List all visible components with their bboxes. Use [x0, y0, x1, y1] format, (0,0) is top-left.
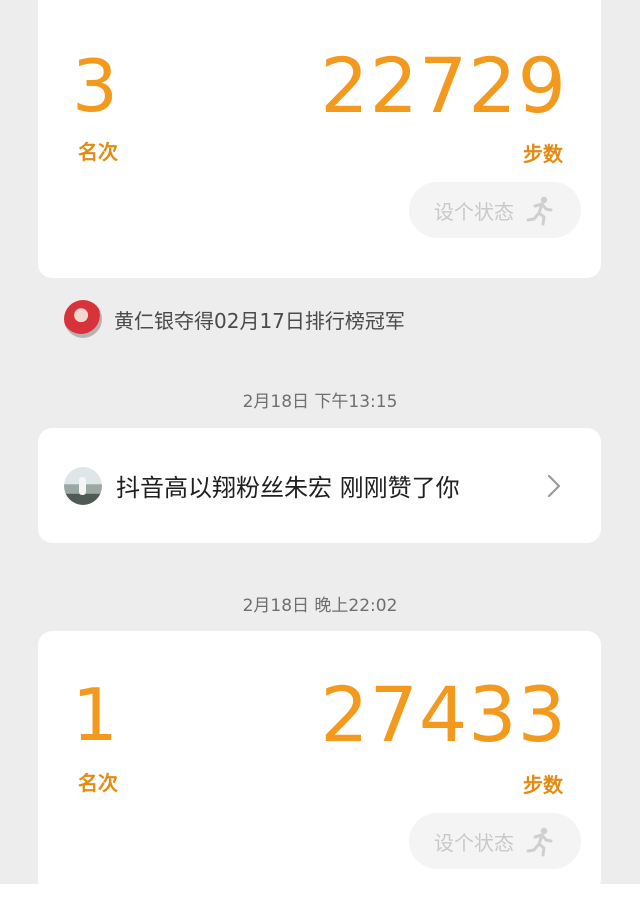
rank-label: 名次 [78, 140, 118, 164]
steps-label: 步数 [523, 142, 563, 166]
rank-label: 名次 [78, 771, 118, 795]
avatar[interactable] [64, 300, 102, 338]
like-notice-text: 抖音高以翔粉丝朱宏 刚刚赞了你 [116, 474, 460, 502]
ranking-card: 1 名次 27433 步数 设个状态 [38, 631, 601, 893]
chevron-right-icon [547, 474, 561, 497]
ranking-card: 3 名次 22729 步数 设个状态 [38, 0, 601, 278]
timestamp: 2月18日 晚上22:02 [242, 596, 398, 616]
set-status-button[interactable]: 设个状态 [409, 182, 581, 238]
running-person-icon [526, 196, 553, 226]
timestamp: 2月18日 下午13:15 [242, 392, 398, 412]
rank-number: 1 [72, 673, 118, 757]
avatar[interactable] [64, 466, 102, 505]
steps-number: 27433 [320, 670, 567, 759]
bottom-edge [0, 884, 640, 899]
steps-number: 22729 [320, 41, 567, 130]
champion-notice: 黄仁银夺得02月17日排行榜冠军 [64, 300, 405, 338]
set-status-button[interactable]: 设个状态 [409, 813, 581, 869]
running-person-icon [526, 827, 553, 857]
set-status-label: 设个状态 [434, 199, 514, 224]
set-status-label: 设个状态 [434, 830, 514, 855]
steps-label: 步数 [523, 773, 563, 797]
champion-text: 黄仁银夺得02月17日排行榜冠军 [114, 308, 405, 333]
rank-number: 3 [72, 44, 118, 128]
like-notice-card[interactable]: 抖音高以翔粉丝朱宏 刚刚赞了你 [38, 428, 601, 543]
